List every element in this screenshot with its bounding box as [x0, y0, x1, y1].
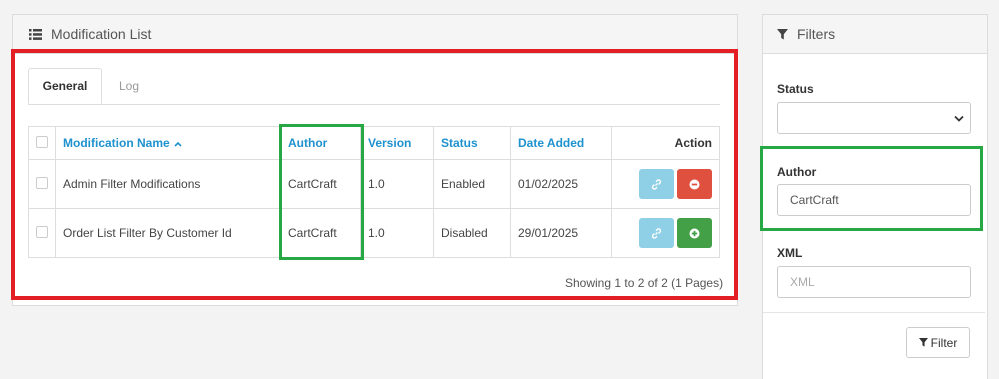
select-all-cell — [28, 126, 56, 160]
filters-header: Filters — [763, 15, 987, 54]
pagination-text: Showing 1 to 2 of 2 (1 Pages) — [565, 276, 724, 290]
modification-list-header: Modification List — [13, 15, 737, 54]
column-header-author[interactable]: Author — [280, 126, 361, 160]
column-header-version[interactable]: Version — [360, 126, 434, 160]
link-icon — [651, 178, 662, 190]
cell-author: CartCraft — [280, 159, 361, 209]
select-all-checkbox[interactable] — [36, 135, 48, 148]
column-header-name-label: Modification Name — [63, 136, 170, 150]
chevron-down-icon — [954, 115, 964, 122]
filter-divider — [763, 312, 985, 313]
xml-label: XML — [777, 246, 803, 260]
row-checkbox[interactable] — [36, 176, 48, 189]
row-checkbox-cell — [28, 159, 56, 209]
link-icon — [651, 227, 662, 239]
tab-bar: General Log — [28, 68, 720, 105]
filters-title: Filters — [797, 26, 836, 42]
filter-button[interactable]: Filter — [906, 327, 970, 358]
modification-table: Modification Name Author Version Status … — [28, 126, 720, 258]
minus-circle-icon — [689, 179, 700, 189]
xml-field[interactable] — [777, 266, 971, 298]
cell-actions — [611, 159, 720, 209]
cell-status: Disabled — [433, 208, 511, 258]
sort-asc-icon — [172, 139, 183, 149]
row-checkbox-cell — [28, 208, 56, 258]
cell-name: Admin Filter Modifications — [55, 159, 281, 209]
table-row: Order List Filter By Customer Id CartCra… — [28, 208, 720, 258]
plus-circle-icon — [689, 228, 700, 238]
funnel-icon — [918, 338, 928, 347]
funnel-icon — [777, 28, 788, 40]
column-header-status[interactable]: Status — [433, 126, 511, 160]
cell-author: CartCraft — [280, 208, 361, 258]
status-label: Status — [777, 82, 814, 96]
table-header-row: Modification Name Author Version Status … — [28, 126, 720, 160]
row-checkbox[interactable] — [36, 225, 48, 238]
status-select[interactable] — [777, 102, 971, 134]
filter-button-label: Filter — [930, 335, 958, 350]
link-button[interactable] — [639, 218, 674, 248]
link-button[interactable] — [639, 169, 674, 199]
tab-general[interactable]: General — [28, 68, 102, 104]
cell-status: Enabled — [433, 159, 511, 209]
author-label: Author — [777, 165, 817, 179]
cell-actions — [611, 208, 720, 258]
list-icon — [29, 28, 42, 40]
modification-list-title: Modification List — [51, 26, 152, 42]
table-row: Admin Filter Modifications CartCraft 1.0… — [28, 159, 720, 209]
column-header-date-added[interactable]: Date Added — [510, 126, 612, 160]
column-header-action: Action — [611, 126, 720, 160]
cell-version: 1.0 — [360, 208, 434, 258]
column-header-name[interactable]: Modification Name — [55, 126, 281, 160]
cell-name: Order List Filter By Customer Id — [55, 208, 281, 258]
cell-date-added: 29/01/2025 — [510, 208, 612, 258]
author-field[interactable] — [777, 184, 971, 216]
tab-log[interactable]: Log — [104, 68, 154, 104]
cell-version: 1.0 — [360, 159, 434, 209]
disable-button[interactable] — [677, 169, 712, 199]
enable-button[interactable] — [677, 218, 712, 248]
cell-date-added: 01/02/2025 — [510, 159, 612, 209]
